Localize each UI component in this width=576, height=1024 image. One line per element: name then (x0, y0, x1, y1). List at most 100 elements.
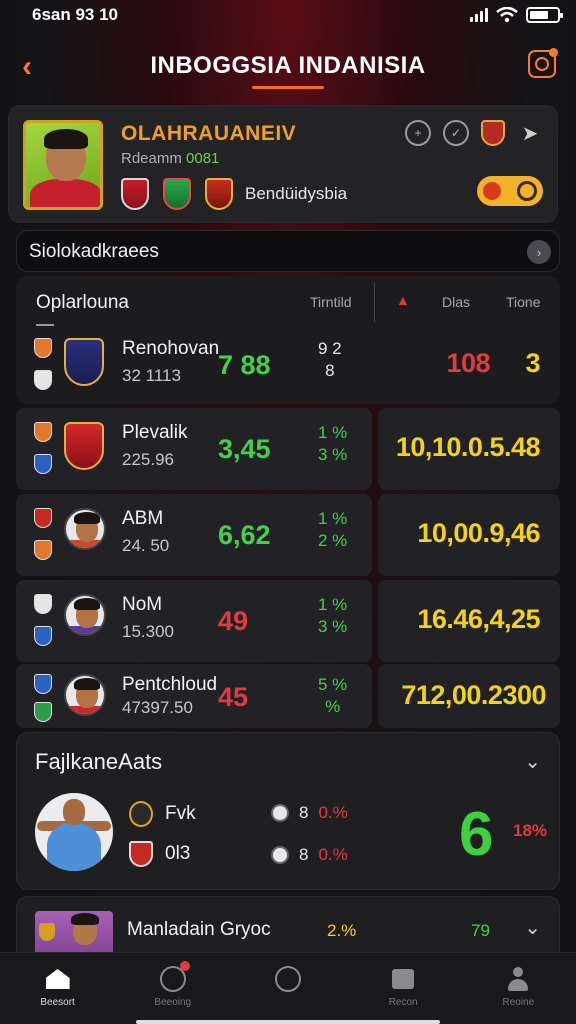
favorite-stat: 8 0.% (271, 845, 348, 865)
row-mini-stats: 9 2 8 (318, 338, 342, 382)
row-value: 45 (218, 682, 249, 712)
page-title: INBOGGSIA INDANISIA (150, 52, 426, 79)
team-crest-icon (34, 370, 52, 390)
profile-actions: + ✓ ➤ (405, 120, 543, 146)
favorite-stat: 8 0.% (271, 803, 348, 823)
profile-sub-label: Rdeamm (121, 150, 182, 167)
tab-center[interactable] (243, 965, 333, 997)
signal-icon (470, 8, 488, 22)
table-row[interactable]: Renohovan 32 1113 7 88 9 2 8 108 3 (16, 324, 560, 406)
ball-icon (271, 804, 289, 822)
club-crest-icon (163, 178, 191, 210)
row-right-value: 10,10.0.5.48 (395, 432, 541, 462)
table-row[interactable]: Pentchloud 47397.50 45 5 % % 712,00.2300 (16, 664, 560, 728)
row-value: 3,45 (218, 434, 271, 464)
row-mini-top: 1 % (318, 423, 348, 442)
row-mini-stats: 1 % 3 % (318, 422, 347, 466)
tab-home[interactable]: Beesort (13, 965, 103, 1008)
notification-dot-icon (179, 961, 190, 971)
club-crest-icon (129, 841, 153, 867)
club-crest-icon (121, 178, 149, 210)
favorite-stat-num: 8 (299, 803, 309, 822)
table-row[interactable]: Plevalik 225.96 3,45 1 % 3 % 10,10.0.5.4… (16, 408, 560, 490)
favorites-card: FajlkaneAats ⌄ Fvk 0l3 8 0.% 8 0.% 6 18% (16, 732, 560, 890)
list-item-title: Manladain Gryoc (127, 919, 271, 940)
player-avatar (64, 594, 106, 636)
chevron-down-icon[interactable]: ⌄ (524, 749, 541, 774)
notification-dot-icon (549, 48, 558, 57)
table-row[interactable]: NoM 15.300 49 1 % 3 % 16.46,4,25 (16, 580, 560, 662)
tab-label: Recon (388, 997, 418, 1008)
table-row[interactable]: ABM 24. 50 6,62 1 % 2 % 10,00.9,46 (16, 494, 560, 576)
row-mini-stats: 1 % 3 % (318, 594, 347, 638)
row-value: 6,62 (218, 520, 271, 550)
team-crest-icon (34, 702, 52, 722)
ring-icon (274, 965, 302, 993)
row-right-value: 108 (446, 348, 490, 378)
team-crest-icon (34, 594, 52, 614)
row-mini-bottom: 3 % (318, 445, 348, 464)
avatar[interactable] (23, 120, 103, 210)
app-header: ‹ INBOGGSIA INDANISIA (0, 36, 576, 96)
share-icon[interactable]: ➤ (517, 120, 543, 146)
home-indicator (136, 1020, 440, 1024)
column-total[interactable]: Tirntild (310, 294, 352, 310)
home-icon (44, 965, 72, 993)
title-underline (252, 86, 324, 89)
favorite-item[interactable]: 0l3 (129, 841, 190, 867)
toggle-switch[interactable] (477, 176, 543, 206)
row-name: ABM (122, 508, 164, 529)
row-mini-top: 5 % (318, 675, 348, 694)
row-mini-bottom: % (325, 697, 341, 716)
compass-icon[interactable]: + (405, 120, 431, 146)
row-sub: 32 1113 (122, 366, 181, 385)
profile-name: OLAHRAUANEIV (121, 122, 297, 145)
row-right-value: 16.46,4,25 (417, 604, 540, 634)
favorites-title: FajlkaneAats (35, 749, 163, 774)
favorite-stat-num: 8 (299, 845, 309, 864)
row-name: Renohovan (122, 338, 220, 359)
tab-activity[interactable]: Beeoing (128, 961, 218, 1008)
row-mini-top: 1 % (318, 595, 348, 614)
status-time: 6san 93 10 (32, 5, 119, 24)
row-value: 7 88 (218, 350, 271, 380)
tab-label: Beeoing (154, 997, 192, 1008)
tab-label: Beesort (40, 997, 75, 1008)
chevron-down-icon[interactable]: ⌄ (524, 915, 541, 940)
row-value: 49 (218, 606, 249, 636)
row-mini-stats: 5 % % (318, 674, 347, 718)
column-time[interactable]: Tione (506, 294, 541, 310)
clock-icon[interactable]: ✓ (443, 120, 469, 146)
favorite-item[interactable]: Fvk (129, 801, 196, 827)
tab-label: Reoine (502, 997, 535, 1008)
column-odds[interactable]: Dlas (442, 294, 470, 310)
tab-shop[interactable]: Recon (358, 965, 448, 1008)
favorite-item-label: Fvk (165, 803, 196, 824)
favorite-stat-pct: 0.% (318, 803, 348, 822)
section-header[interactable]: Siolokadkraees › (16, 230, 560, 272)
team-crest-icon (34, 540, 52, 560)
chevron-right-icon[interactable]: › (527, 240, 551, 264)
player-avatar (64, 508, 106, 550)
club-shield-icon[interactable] (481, 120, 505, 146)
team-crest-icon (34, 674, 52, 694)
list-item-value: 2.% (327, 921, 357, 940)
wifi-icon (496, 7, 518, 23)
tab-profile[interactable]: Reoine (473, 965, 563, 1008)
club-crest-icon (205, 178, 233, 210)
list-item-value-secondary: 79 (471, 921, 490, 940)
row-mini-bottom: 3 % (318, 617, 348, 636)
player-avatar[interactable] (35, 793, 113, 871)
club-badge-icon (64, 338, 104, 386)
bottom-tab-bar: Beesort Beeoing Recon Reoine (0, 952, 576, 1024)
favorite-item-label: 0l3 (165, 843, 191, 864)
row-name: NoM (122, 594, 163, 615)
favorite-stat-pct: 0.% (318, 845, 348, 864)
battery-icon (526, 7, 563, 23)
team-crest-icon (34, 454, 52, 474)
player-avatar (64, 674, 106, 716)
back-button[interactable]: ‹ (22, 50, 32, 84)
column-divider (374, 282, 375, 322)
row-mini-bottom: 2 % (318, 531, 348, 550)
notification-button[interactable] (528, 48, 558, 78)
